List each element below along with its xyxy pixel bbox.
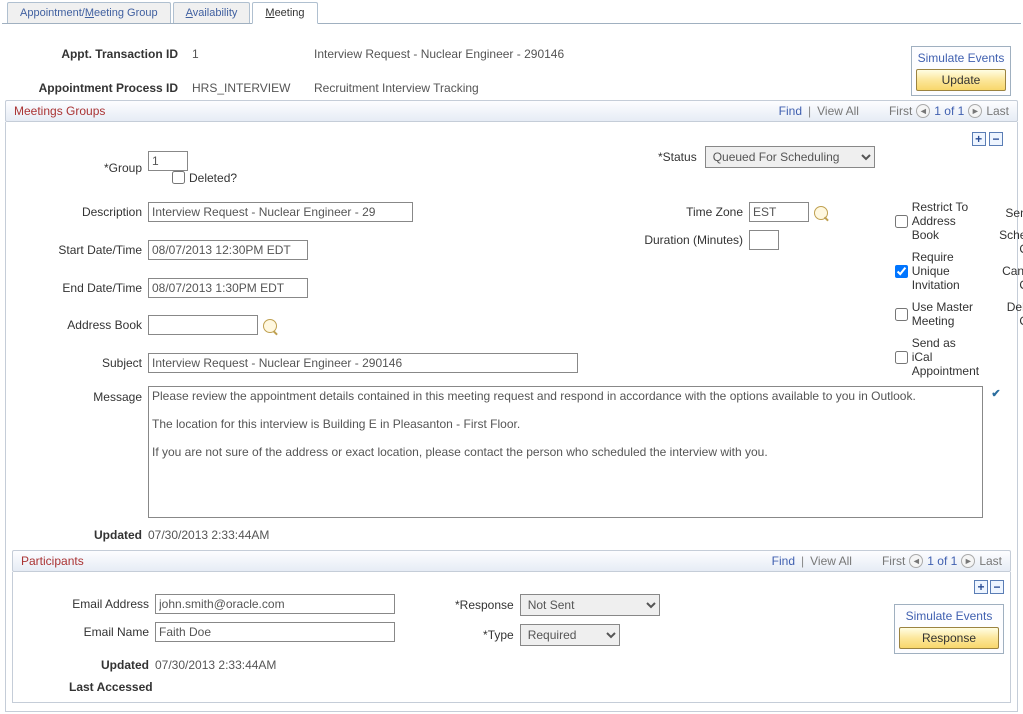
pager-last[interactable]: Last [986,104,1009,118]
message-label: Message [12,386,142,404]
last-accessed-label: Last Accessed [69,680,153,694]
scheduled-on-label: Scheduled On [999,228,1023,256]
address-book-label: Address Book [12,318,142,332]
p-delete-row-icon[interactable]: − [990,580,1004,594]
tab-appointment-meeting-group[interactable]: Appointment/Meeting Group [7,2,171,23]
status-label: *Status [658,150,697,164]
appt-txn-id-label: Appt. Transaction ID [61,47,178,61]
duration-input[interactable] [749,230,779,250]
send-ical-checkbox[interactable] [895,351,908,364]
restrict-addrbook-checkbox[interactable] [895,215,908,228]
update-button[interactable]: Update [916,69,1006,91]
pager-next-icon[interactable]: ► [968,104,982,118]
header-actions-box: Simulate Events Update [911,46,1011,96]
end-date-label: End Date/Time [12,281,142,295]
deleted-label: Deleted? [189,171,237,185]
spellcheck-icon[interactable] [989,386,1003,400]
require-unique-checkbox[interactable] [895,265,908,278]
description-input[interactable] [148,202,413,222]
appt-proc-id-label: Appointment Process ID [39,81,178,95]
meetings-groups-title: Meetings Groups [14,104,105,118]
p-pager-next-icon[interactable]: ► [961,554,975,568]
appt-proc-desc: Recruitment Interview Tracking [308,78,570,98]
p-view-all-link[interactable]: View All [810,554,852,568]
use-master-checkbox[interactable] [895,308,908,321]
add-row-icon[interactable]: + [972,132,986,146]
updated-label: Updated [94,528,142,542]
sent-on-label: Sent On [999,206,1023,220]
updated-value: 07/30/2013 2:33:44AM [148,528,1011,542]
duration-label: Duration (Minutes) [598,233,743,247]
address-book-input[interactable] [148,315,258,335]
p-find-link[interactable]: Find [772,554,795,568]
response-select[interactable]: Not Sent [520,594,660,616]
meetings-groups-header: Meetings Groups Find | View All First ◄ … [5,100,1018,122]
use-master-label: Use Master Meeting [912,300,979,328]
require-unique-label: Require Unique Invitation [912,250,979,292]
subject-label: Subject [12,356,142,370]
p-pager-count: 1 of 1 [927,554,957,568]
email-name-label: Email Name [19,625,149,639]
appt-proc-id-value: HRS_INTERVIEW [186,78,306,98]
participants-actions-box: Simulate Events Response [894,604,1004,654]
participants-body: + − Email Address Email Name Updated 07/… [12,572,1011,703]
email-address-label: Email Address [19,597,149,611]
appt-txn-desc: Interview Request - Nuclear Engineer - 2… [308,44,570,64]
simulate-events-link[interactable]: Simulate Events [916,51,1006,69]
restrict-addrbook-label: Restrict To Address Book [912,200,979,242]
deleted-on-label: Deleted On [999,300,1023,328]
timezone-label: Time Zone [598,205,743,219]
p-pager-last[interactable]: Last [979,554,1002,568]
find-link[interactable]: Find [779,104,802,118]
view-all-link[interactable]: View All [817,104,859,118]
type-select[interactable]: Required [520,624,620,646]
deleted-checkbox[interactable] [172,171,185,184]
group-input[interactable] [148,151,188,171]
pager-count: 1 of 1 [934,104,964,118]
timezone-input[interactable] [749,202,809,222]
page-tabs: Appointment/Meeting Group Availability M… [2,2,1021,24]
meetings-groups-body: + − *Group Deleted? Description Start Da… [5,122,1018,712]
canceled-on-label: Canceled On [999,264,1023,292]
send-ical-label: Send as iCal Appointment [912,336,979,378]
header-info-table: Appt. Transaction ID 1 Interview Request… [12,42,572,100]
delete-row-icon[interactable]: − [989,132,1003,146]
end-date-input[interactable] [148,278,308,298]
type-label: *Type [455,628,514,642]
email-address-input[interactable] [155,594,395,614]
tab-meeting[interactable]: Meeting [252,2,317,24]
status-select[interactable]: Queued For Scheduling [705,146,875,168]
p-updated-label: Updated [101,658,149,672]
participants-title: Participants [21,554,84,568]
pager-prev-icon[interactable]: ◄ [916,104,930,118]
p-pager-first[interactable]: First [882,554,905,568]
address-book-lookup-icon[interactable] [263,319,277,333]
start-date-label: Start Date/Time [12,243,142,257]
timezone-lookup-icon[interactable] [814,206,828,220]
description-label: Description [12,205,142,219]
participants-header: Participants Find | View All First ◄ 1 o… [12,550,1011,572]
message-textarea[interactable] [148,386,983,518]
p-updated-value: 07/30/2013 2:33:44AM [155,658,395,672]
pager-first[interactable]: First [889,104,912,118]
p-simulate-events-link[interactable]: Simulate Events [899,609,999,627]
p-pager-prev-icon[interactable]: ◄ [909,554,923,568]
group-label: *Group [12,161,142,175]
appt-txn-id-value: 1 [186,44,306,64]
p-add-row-icon[interactable]: + [974,580,988,594]
email-name-input[interactable] [155,622,395,642]
tab-availability[interactable]: Availability [173,2,251,23]
subject-input[interactable] [148,353,578,373]
response-button[interactable]: Response [899,627,999,649]
response-label: *Response [455,598,514,612]
start-date-input[interactable] [148,240,308,260]
